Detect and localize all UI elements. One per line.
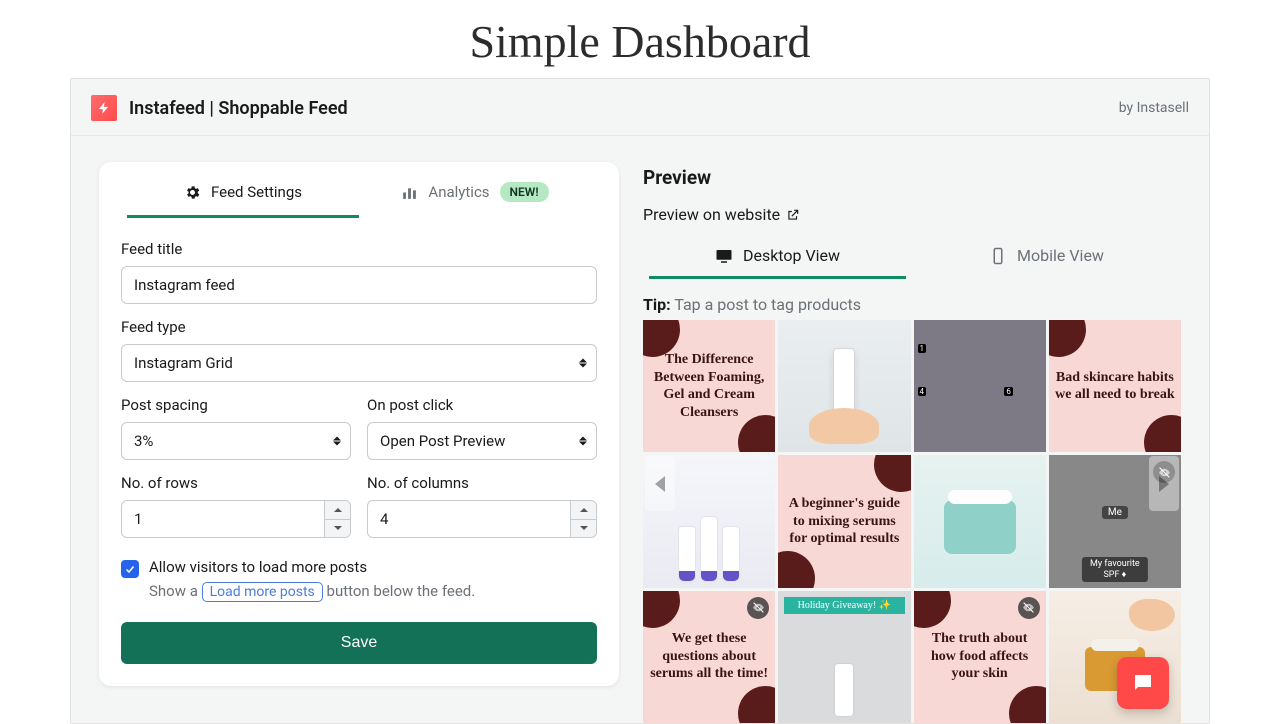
hand-illustration: [809, 408, 879, 444]
preview-panel: Preview Preview on website Desktop View …: [643, 162, 1181, 723]
sub-suffix: button below the feed.: [327, 582, 476, 600]
tile-text: A beginner's guide to mixing serums for …: [778, 495, 910, 548]
tab-row: Feed Settings Analytics NEW!: [99, 162, 619, 218]
load-more-inline-button: Load more posts: [202, 582, 323, 602]
preview-on-website-link[interactable]: Preview on website: [643, 205, 1181, 224]
post-tile[interactable]: The truth about how food affects your sk…: [914, 591, 1046, 723]
page-title: Simple Dashboard: [0, 15, 1280, 68]
chevron-updown-icon: [579, 437, 587, 446]
post-tile[interactable]: The Difference Between Foaming, Gel and …: [643, 320, 775, 452]
post-tile[interactable]: [778, 320, 910, 452]
input-columns[interactable]: [367, 500, 597, 538]
sub-prefix: Show a: [149, 582, 202, 600]
post-tile[interactable]: A beginner's guide to mixing serums for …: [778, 455, 910, 587]
cols-step-up[interactable]: [571, 501, 596, 520]
tip-label: Tip:: [643, 295, 671, 314]
new-badge: NEW!: [500, 182, 549, 202]
post-tile[interactable]: Holiday Giveaway! ✨: [778, 591, 910, 723]
label-feed-title: Feed title: [121, 240, 597, 258]
tab-label: Feed Settings: [211, 183, 302, 201]
chevron-updown-icon: [579, 359, 587, 368]
tile-text: The Difference Between Foaming, Gel and …: [643, 351, 775, 421]
rows-step-down[interactable]: [325, 520, 350, 538]
form: Feed title Feed type Instagram Grid Post…: [99, 218, 619, 602]
post-tile[interactable]: We get these questions about serums all …: [643, 591, 775, 723]
checkbox-subtext: Show a Load more posts button below the …: [149, 582, 597, 602]
select-on-post-click[interactable]: Open Post Preview: [367, 422, 597, 460]
bottle-illustration: [833, 348, 855, 412]
brand: Instafeed | Shoppable Feed: [91, 95, 348, 121]
app-name: Instafeed | Shoppable Feed: [129, 98, 348, 119]
settings-card: Feed Settings Analytics NEW! Feed title …: [99, 162, 619, 686]
label-post-spacing: Post spacing: [121, 396, 351, 414]
label-rows: No. of rows: [121, 474, 351, 492]
gear-icon: [184, 184, 201, 201]
topbar: Instafeed | Shoppable Feed by Instasell: [71, 79, 1209, 136]
chat-icon: [1131, 671, 1155, 695]
eye-off-icon: [1018, 597, 1040, 619]
preview-link-text: Preview on website: [643, 205, 780, 224]
label-columns: No. of columns: [367, 474, 597, 492]
eye-off-icon: [747, 597, 769, 619]
tab-label: Analytics: [428, 183, 489, 201]
desktop-icon: [715, 247, 733, 265]
select-feed-type[interactable]: Instagram Grid: [121, 344, 597, 382]
post-tile[interactable]: Bad skincare habits we all need to break: [1049, 320, 1181, 452]
carousel-prev[interactable]: [645, 456, 675, 511]
vendor-text: by Instasell: [1119, 100, 1189, 116]
cols-step-down[interactable]: [571, 520, 596, 538]
input-rows[interactable]: [121, 500, 351, 538]
save-button[interactable]: Save: [121, 622, 597, 664]
view-tabs: Desktop View Mobile View: [643, 234, 1181, 279]
post-tile[interactable]: 1 46: [914, 320, 1046, 452]
tile-text: The truth about how food affects your sk…: [914, 630, 1046, 683]
select-post-spacing[interactable]: 3%: [121, 422, 351, 460]
tile-text: Bad skincare habits we all need to break: [1049, 369, 1181, 404]
tab-desktop-view[interactable]: Desktop View: [643, 234, 912, 279]
app-frame: Instafeed | Shoppable Feed by Instasell …: [70, 78, 1210, 724]
input-feed-title[interactable]: [121, 266, 597, 304]
label-on-post-click: On post click: [367, 396, 597, 414]
checkbox-label: Allow visitors to load more posts: [149, 558, 367, 576]
carousel-next[interactable]: [1149, 456, 1179, 511]
tip-text: Tip: Tap a post to tag products: [643, 295, 1181, 314]
jar-illustration: [944, 500, 1016, 554]
tab-feed-settings[interactable]: Feed Settings: [127, 162, 359, 218]
tip-body: Tap a post to tag products: [674, 295, 861, 314]
content-area: Feed Settings Analytics NEW! Feed title …: [71, 136, 1209, 723]
chart-icon: [401, 184, 418, 201]
desktop-label: Desktop View: [743, 246, 840, 265]
preview-title: Preview: [643, 166, 1181, 189]
external-link-icon: [786, 208, 800, 222]
mobile-icon: [989, 247, 1007, 265]
rows-step-up[interactable]: [325, 501, 350, 520]
tile-label-me: Me: [1102, 506, 1128, 519]
tile-caption: My favourite SPF ♦: [1082, 557, 1148, 582]
label-feed-type: Feed type: [121, 318, 597, 336]
tile-banner: Holiday Giveaway! ✨: [784, 597, 904, 614]
preview-grid: The Difference Between Foaming, Gel and …: [643, 320, 1181, 723]
checkbox-load-more[interactable]: [121, 560, 139, 578]
check-icon: [124, 563, 136, 575]
bottle-illustration: [834, 663, 854, 717]
post-tile[interactable]: [914, 455, 1046, 587]
chat-fab[interactable]: [1117, 657, 1169, 709]
chevron-updown-icon: [333, 437, 341, 446]
tab-mobile-view[interactable]: Mobile View: [912, 234, 1181, 279]
tab-analytics[interactable]: Analytics NEW!: [359, 162, 591, 218]
bolt-icon: [91, 95, 117, 121]
mobile-label: Mobile View: [1017, 246, 1104, 265]
tile-text: We get these questions about serums all …: [643, 630, 775, 683]
